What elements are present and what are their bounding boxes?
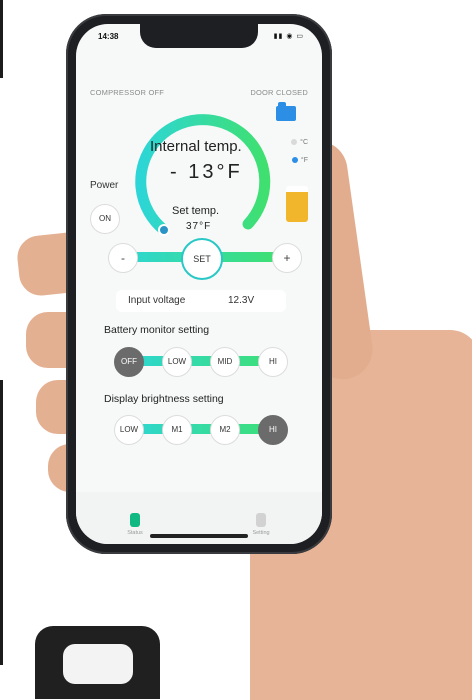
- compressor-status: COMPRESSOR OFF: [90, 88, 165, 97]
- left-edge-dark-line-top: [0, 0, 3, 78]
- power-label: Power: [90, 180, 119, 191]
- battery-option-hi[interactable]: HI: [258, 347, 288, 377]
- brightness-option-hi[interactable]: HI: [258, 415, 288, 445]
- increase-temp-button[interactable]: +: [272, 243, 302, 273]
- left-edge-dark-line-bottom: [0, 380, 3, 665]
- phone-notch: [140, 24, 258, 48]
- status-icons: ▮▮ ◉ ▭: [273, 33, 304, 40]
- set-temp-label: Set temp.: [172, 205, 220, 217]
- input-voltage-label: Input voltage: [128, 295, 186, 306]
- gear-icon: [256, 513, 266, 527]
- nav-status-tab[interactable]: Status: [100, 513, 170, 536]
- status-time: 14:38: [98, 32, 119, 41]
- display-brightness-title: Display brightness setting: [104, 393, 224, 405]
- app-screen: 14:38 ▮▮ ◉ ▭ COMPRESSOR OFF DOOR CLOSED …: [76, 24, 322, 544]
- set-button[interactable]: SET: [181, 238, 223, 280]
- bottom-navigation: Status Setting: [76, 492, 322, 544]
- home-indicator: [150, 534, 248, 538]
- status-icon: [130, 513, 140, 527]
- beer-mug-icon: [286, 186, 308, 222]
- brightness-option-m1[interactable]: M1: [162, 415, 192, 445]
- fahrenheit-radio[interactable]: °F: [292, 157, 308, 164]
- set-temp-value: 37°F: [186, 221, 212, 232]
- device-handle-hole: [63, 644, 133, 684]
- nav-setting-tab[interactable]: Setting: [226, 513, 296, 536]
- power-button[interactable]: ON: [90, 204, 120, 234]
- input-voltage-value: 12.3V: [228, 295, 255, 306]
- internal-temp-label: Internal temp.: [150, 138, 242, 155]
- nav-status-label: Status: [127, 530, 143, 536]
- battery-monitor-title: Battery monitor setting: [104, 324, 210, 336]
- battery-option-low[interactable]: LOW: [162, 347, 192, 377]
- decrease-temp-button[interactable]: -: [108, 243, 138, 273]
- smartphone: 14:38 ▮▮ ◉ ▭ COMPRESSOR OFF DOOR CLOSED …: [66, 14, 332, 554]
- brightness-option-low[interactable]: LOW: [114, 415, 144, 445]
- internal-temp-value: - 13°F: [170, 161, 243, 183]
- gauge-knob: [158, 224, 170, 236]
- nav-setting-label: Setting: [252, 530, 270, 536]
- brightness-option-m2[interactable]: M2: [210, 415, 240, 445]
- battery-option-mid[interactable]: MID: [210, 347, 240, 377]
- bottom-device-handle: [35, 626, 160, 699]
- door-icon: [276, 102, 296, 121]
- celsius-radio[interactable]: °C: [291, 139, 308, 146]
- battery-option-off[interactable]: OFF: [114, 347, 144, 377]
- door-status: DOOR CLOSED: [250, 88, 308, 97]
- input-voltage-row: Input voltage 12.3V: [116, 290, 286, 312]
